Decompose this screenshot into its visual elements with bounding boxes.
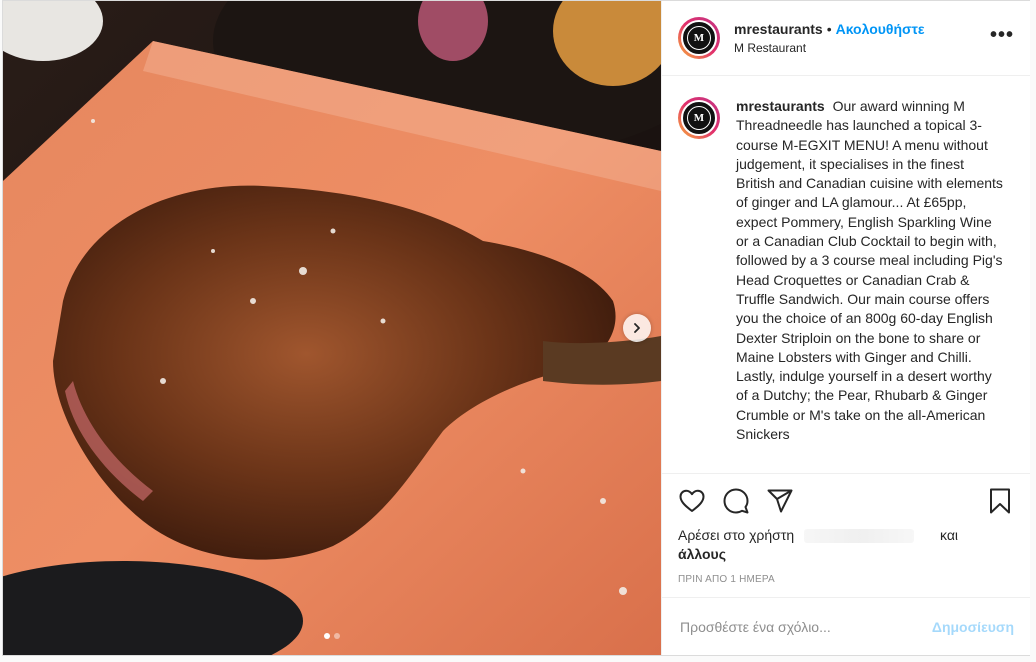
caption-text: Our award winning M Threadneedle has lau… <box>736 98 1003 443</box>
likes-and: και <box>940 527 959 543</box>
location-link[interactable]: M Restaurant <box>734 40 990 56</box>
caption-avatar-letter: M <box>687 106 711 130</box>
carousel-next-button[interactable] <box>623 314 651 342</box>
heart-icon <box>679 489 705 512</box>
caption-username[interactable]: mrestaurants <box>736 98 825 114</box>
caption: mrestaurants Our award winning M Threadn… <box>736 97 1004 473</box>
actions-section: Αρέσει στο χρήστη και άλλους ΠΡΙΝ ΑΠΟ 1 … <box>662 473 1030 585</box>
avatar-letter: M <box>687 26 711 50</box>
post-header: M mrestaurants • Ακολουθήστε M Restaurant … <box>662 1 1030 76</box>
comments-section: M mrestaurants Our award winning M Threa… <box>662 77 1030 473</box>
post-sidebar: M mrestaurants • Ακολουθήστε M Restaurant … <box>661 1 1030 655</box>
like-button[interactable] <box>678 487 706 515</box>
carousel-dot-2 <box>334 633 340 639</box>
comment-icon <box>723 488 749 514</box>
comment-form: Δημοσίευση <box>662 597 1030 655</box>
likes-others-link[interactable]: άλλους <box>678 545 1014 564</box>
share-icon <box>767 489 793 513</box>
carousel-dots <box>3 633 661 639</box>
username-link[interactable]: mrestaurants <box>734 21 823 37</box>
save-button[interactable] <box>986 487 1014 515</box>
share-button[interactable] <box>766 487 794 515</box>
comment-button[interactable] <box>722 487 750 515</box>
steak-photo <box>3 1 661 655</box>
post: M mrestaurants • Ακολουθήστε M Restaurant … <box>2 0 1030 656</box>
separator: • <box>826 21 832 37</box>
post-comment-button[interactable]: Δημοσίευση <box>932 619 1014 635</box>
chevron-right-icon <box>634 323 640 333</box>
likes-prefix: Αρέσει στο χρήστη <box>678 527 795 543</box>
avatar[interactable]: M <box>678 17 720 59</box>
redacted-username <box>804 529 915 544</box>
likes-summary: Αρέσει στο χρήστη και άλλους <box>678 526 1014 564</box>
more-icon[interactable]: ••• <box>990 24 1014 47</box>
action-icons <box>678 486 1014 516</box>
post-image[interactable] <box>3 1 661 655</box>
bookmark-icon <box>990 488 1010 514</box>
comment-input[interactable] <box>678 617 932 636</box>
carousel-dot-1 <box>324 633 330 639</box>
header-text: mrestaurants • Ακολουθήστε M Restaurant <box>734 20 990 56</box>
post-timestamp[interactable]: ΠΡΙΝ ΑΠΟ 1 ΗΜΕΡΑ <box>678 574 1014 585</box>
follow-button[interactable]: Ακολουθήστε <box>836 21 925 37</box>
caption-avatar[interactable]: M <box>678 97 720 139</box>
